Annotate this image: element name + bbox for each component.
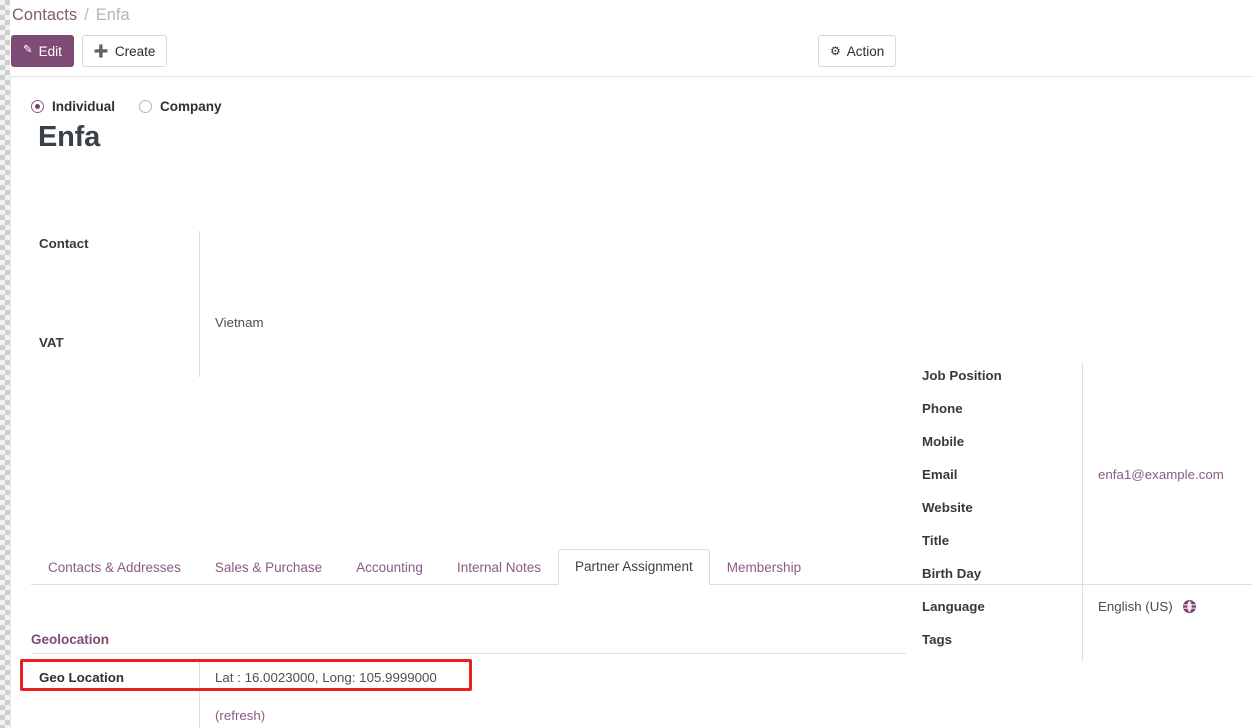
field-row-vat: VAT [31,328,591,361]
field-value-contact[interactable] [199,229,591,236]
tab-partner-assignment[interactable]: Partner Assignment [558,549,710,585]
form-sheet: Individual Company Enfa Contact [11,77,1252,728]
action-button[interactable]: ⚙ Action [818,35,896,67]
breadcrumb: Contacts / Enfa [11,0,130,30]
viewport-edge-strip [0,0,10,728]
field-value-website[interactable] [1082,493,1241,500]
field-value-language-wrap[interactable]: English (US) [1082,592,1241,614]
field-group-left-divider [199,231,200,377]
field-row-phone: Phone [911,394,1241,427]
pencil-icon: ✎ [23,45,33,57]
field-value-job-position[interactable] [1082,361,1241,368]
globe-icon[interactable] [1182,599,1197,614]
field-group-right-divider [1082,363,1083,661]
field-label-vat: VAT [31,328,199,350]
field-value-geo-location: Lat : 16.0023000, Long: 105.9999000 [199,663,911,685]
radio-indicator-company[interactable] [139,100,152,113]
field-label-geo-location: Geo Location [31,663,199,685]
field-row-website: Website [911,493,1241,526]
notebook-tab-bar: Contacts & Addresses Sales & Purchase Ac… [31,549,1252,585]
field-value-spacer-2 [199,295,591,302]
tab-membership[interactable]: Membership [710,550,818,585]
field-group-right: Job Position Phone Mobile Email enfa1@ex… [911,361,1241,658]
field-row-geo-location: Geo Location Lat : 16.0023000, Long: 105… [31,663,911,701]
edit-button[interactable]: ✎ Edit [11,35,74,67]
sheet-left-border [10,76,11,728]
field-row-contact: Contact [31,229,591,262]
breadcrumb-separator: / [84,6,89,25]
field-row-language: Language English (US) [911,592,1241,625]
tab-contacts-addresses[interactable]: Contacts & Addresses [31,550,198,585]
geolocation-rows: Geo Location Lat : 16.0023000, Long: 105… [31,654,911,728]
field-row-tags: Tags [911,625,1241,658]
field-value-phone[interactable] [1082,394,1241,401]
field-label-website: Website [911,493,1082,515]
field-label-phone: Phone [911,394,1082,416]
field-label-language: Language [911,592,1082,614]
field-label-contact: Contact [31,229,199,251]
radio-indicator-individual[interactable] [31,100,44,113]
field-label-mobile: Mobile [911,427,1082,449]
control-panel-buttons: ✎ Edit ➕ Create [11,35,167,67]
plus-icon: ➕ [94,45,109,57]
field-label-email: Email [911,460,1082,482]
odoo-contact-form-page: Contacts / Enfa ✎ Edit ➕ Create ⚙ Action… [0,0,1252,728]
page-title: Enfa [38,121,100,154]
tab-accounting[interactable]: Accounting [339,550,440,585]
field-label-spacer-2 [31,295,199,302]
radio-option-company[interactable]: Company [139,99,222,114]
field-value-mobile[interactable] [1082,427,1241,434]
radio-label-individual: Individual [52,99,115,114]
field-value-email[interactable]: enfa1@example.com [1082,460,1241,482]
field-label-tags: Tags [911,625,1082,647]
geolocation-section: Geolocation Geo Location Lat : 16.002300… [31,632,911,728]
field-value-title[interactable] [1082,526,1241,533]
partner-type-radio-group: Individual Company [31,99,246,114]
field-row-job-position: Job Position [911,361,1241,394]
create-button[interactable]: ➕ Create [82,35,167,67]
field-label-geo-refresh [31,701,199,708]
tab-internal-notes[interactable]: Internal Notes [440,550,558,585]
field-label-title: Title [911,526,1082,548]
breadcrumb-current: Enfa [96,6,130,25]
radio-label-company: Company [160,99,222,114]
geo-refresh-link[interactable]: (refresh) [199,701,911,723]
gear-icon: ⚙ [830,45,841,57]
field-label-spacer-1 [31,262,199,269]
edit-button-label: Edit [39,44,62,59]
field-row-mobile: Mobile [911,427,1241,460]
geolocation-divider [199,658,200,728]
field-row-spacer-1 [31,262,591,295]
field-value-spacer-1 [199,262,591,269]
radio-option-individual[interactable]: Individual [31,99,115,114]
field-row-geo-refresh: (refresh) [31,701,911,728]
breadcrumb-root-link[interactable]: Contacts [12,6,77,25]
notebook: Contacts & Addresses Sales & Purchase Ac… [31,549,1252,585]
field-value-tags[interactable] [1082,625,1241,632]
field-group-left: Contact VAT Vietnam [31,229,591,361]
geolocation-section-title: Geolocation [31,632,906,654]
create-button-label: Create [115,44,156,59]
field-row-spacer-2 [31,295,591,328]
field-value-language: English (US) [1098,599,1173,614]
address-country: Vietnam [215,315,264,330]
field-label-job-position: Job Position [911,361,1082,383]
field-row-email: Email enfa1@example.com [911,460,1241,493]
tab-sales-purchase[interactable]: Sales & Purchase [198,550,339,585]
action-button-label: Action [847,44,885,59]
